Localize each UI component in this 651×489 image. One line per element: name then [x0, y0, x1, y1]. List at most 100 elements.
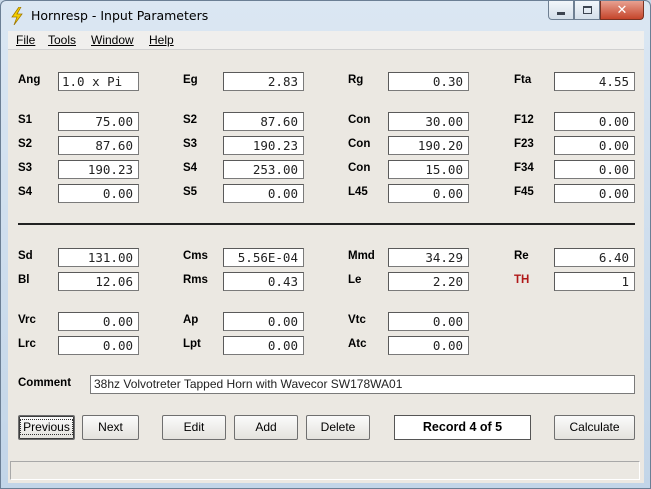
param-field[interactable]: 0.00 — [223, 336, 304, 355]
param-field[interactable]: 0.00 — [223, 312, 304, 331]
param-field[interactable]: 4.55 — [554, 72, 635, 91]
param-label: Lpt — [183, 338, 201, 350]
param-label: Vrc — [18, 314, 36, 326]
param-field[interactable]: 15.00 — [388, 160, 469, 179]
menu-window-label: Window — [91, 33, 134, 47]
param-field[interactable]: 6.40 — [554, 248, 635, 267]
param-field[interactable]: 253.00 — [223, 160, 304, 179]
record-indicator: Record 4 of 5 — [394, 415, 531, 440]
param-field[interactable]: 5.56E-04 — [223, 248, 304, 267]
param-field[interactable]: 34.29 — [388, 248, 469, 267]
param-label: Bl — [18, 274, 30, 286]
previous-button[interactable]: Previous — [18, 415, 75, 440]
caption-buttons: ✕ — [548, 1, 644, 21]
param-field[interactable]: 2.20 — [388, 272, 469, 291]
param-label: F12 — [514, 114, 534, 126]
comment-label: Comment — [18, 377, 72, 389]
param-label: S5 — [183, 186, 198, 198]
maximize-icon — [582, 6, 592, 14]
next-button[interactable]: Next — [82, 415, 139, 440]
param-field[interactable]: 30.00 — [388, 112, 469, 131]
param-label: Ang — [18, 74, 41, 86]
param-label: S3 — [18, 162, 33, 174]
param-field[interactable]: 0.00 — [388, 184, 469, 203]
param-label: S2 — [183, 114, 198, 126]
param-field[interactable]: 190.23 — [58, 160, 139, 179]
add-button-label: Add — [255, 420, 277, 434]
param-label: Cms — [183, 250, 208, 262]
param-label: Eg — [183, 74, 198, 86]
param-label: Le — [348, 274, 362, 286]
param-field[interactable]: 131.00 — [58, 248, 139, 267]
param-label: Ap — [183, 314, 199, 326]
comment-field[interactable]: 38hz Volvotreter Tapped Horn with Waveco… — [90, 375, 635, 394]
param-label: Atc — [348, 338, 367, 350]
maximize-button[interactable] — [574, 1, 600, 20]
param-field[interactable]: 1.0 x Pi — [58, 72, 139, 91]
param-field[interactable]: 1 — [554, 272, 635, 291]
param-field[interactable]: 190.20 — [388, 136, 469, 155]
param-field[interactable]: 2.83 — [223, 72, 304, 91]
param-field[interactable]: 0.00 — [388, 336, 469, 355]
param-label: S4 — [183, 162, 198, 174]
menu-tools[interactable]: Tools — [48, 33, 76, 47]
menu-window[interactable]: Window — [91, 33, 134, 47]
param-label: Con — [348, 138, 371, 150]
param-field[interactable]: 0.00 — [58, 312, 139, 331]
add-button[interactable]: Add — [234, 415, 298, 440]
param-label: F45 — [514, 186, 534, 198]
param-field[interactable]: 87.60 — [58, 136, 139, 155]
param-label: S3 — [183, 138, 198, 150]
close-icon: ✕ — [616, 2, 628, 18]
param-field[interactable]: 0.43 — [223, 272, 304, 291]
param-label: Mmd — [348, 250, 375, 262]
menu-help-label: Help — [149, 33, 174, 47]
client-area: File Tools Window Help Ang 1.0 x Pi Eg 2.83… — [8, 31, 644, 483]
param-label: L45 — [348, 186, 368, 198]
param-field[interactable]: 75.00 — [58, 112, 139, 131]
param-field[interactable]: 0.30 — [388, 72, 469, 91]
status-bar — [10, 461, 640, 480]
param-label: Con — [348, 162, 371, 174]
calculate-button-label: Calculate — [569, 420, 620, 434]
edit-button[interactable]: Edit — [162, 415, 226, 440]
menu-file-label: File — [16, 33, 36, 47]
calculate-button[interactable]: Calculate — [554, 415, 635, 440]
param-field[interactable]: 0.00 — [58, 336, 139, 355]
param-label: Vtc — [348, 314, 366, 326]
app-window: Hornresp - Input Parameters ✕ File Tools… — [0, 0, 651, 489]
param-field[interactable]: 0.00 — [388, 312, 469, 331]
param-label: Rg — [348, 74, 364, 86]
param-field[interactable]: 0.00 — [223, 184, 304, 203]
param-label: F23 — [514, 138, 534, 150]
param-label: S1 — [18, 114, 33, 126]
param-field[interactable]: 0.00 — [58, 184, 139, 203]
param-label: F34 — [514, 162, 534, 174]
title-bar[interactable]: Hornresp - Input Parameters ✕ — [1, 1, 650, 31]
param-label: TH — [514, 274, 530, 286]
param-field[interactable]: 87.60 — [223, 112, 304, 131]
menu-help[interactable]: Help — [149, 33, 174, 47]
next-button-label: Next — [98, 420, 123, 434]
param-label: Fta — [514, 74, 532, 86]
param-field[interactable]: 0.00 — [554, 184, 635, 203]
menu-bar: File Tools Window Help — [8, 31, 644, 50]
menu-tools-label: Tools — [48, 33, 77, 47]
minimize-button[interactable] — [548, 1, 574, 20]
param-label: Con — [348, 114, 371, 126]
param-field[interactable]: 0.00 — [554, 160, 635, 179]
param-label: Rms — [183, 274, 208, 286]
menu-file[interactable]: File — [16, 33, 35, 47]
param-field[interactable]: 0.00 — [554, 112, 635, 131]
param-field[interactable]: 190.23 — [223, 136, 304, 155]
param-label: S2 — [18, 138, 33, 150]
lightning-icon — [11, 7, 23, 25]
minimize-icon — [557, 11, 565, 15]
close-button[interactable]: ✕ — [600, 1, 644, 20]
delete-button-label: Delete — [320, 420, 356, 434]
window-title: Hornresp - Input Parameters — [31, 8, 209, 23]
param-field[interactable]: 12.06 — [58, 272, 139, 291]
param-field[interactable]: 0.00 — [554, 136, 635, 155]
param-label: Re — [514, 250, 529, 262]
delete-button[interactable]: Delete — [306, 415, 370, 440]
